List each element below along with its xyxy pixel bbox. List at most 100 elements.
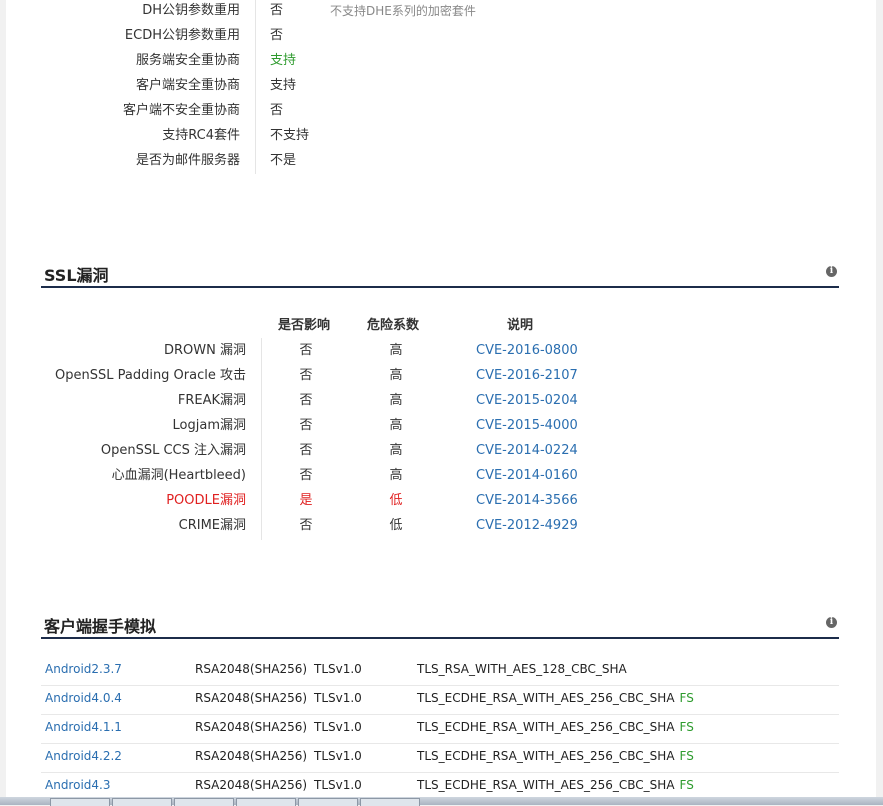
- table-row: DROWN 漏洞 否 高 CVE-2016-0800: [0, 340, 880, 365]
- detail-note: 不支持DHE系列的加密套件: [330, 4, 476, 18]
- vuln-affected: 否: [299, 393, 313, 408]
- table-row: Android4.0.4 RSA2048(SHA256) TLSv1.0 TLS_EC…: [41, 685, 839, 715]
- vuln-risk: 高: [389, 368, 403, 383]
- protocol: TLSv1.0: [314, 749, 362, 763]
- fs-badge: FS: [679, 778, 694, 792]
- column-header-description: 说明: [507, 318, 534, 333]
- cert-key: RSA2048(SHA256): [195, 662, 308, 676]
- client-link[interactable]: Android2.3.7: [45, 656, 122, 682]
- info-icon[interactable]: i: [826, 617, 837, 628]
- cipher-suite: TLS_ECDHE_RSA_WITH_AES_256_CBC_SHA FS: [417, 714, 694, 740]
- cve-link[interactable]: CVE-2012-4929: [476, 515, 578, 537]
- detail-label: DH公钥参数重用: [142, 3, 240, 18]
- vuln-name: OpenSSL Padding Oracle 攻击: [55, 368, 246, 383]
- detail-value: 否: [270, 103, 284, 118]
- detail-row: 客户端不安全重协商 否: [0, 100, 880, 125]
- detail-row: ECDH公钥参数重用 否: [0, 25, 880, 50]
- cipher-suite: TLS_ECDHE_RSA_WITH_AES_256_CBC_SHA FS: [417, 743, 694, 769]
- detail-label: 客户端安全重协商: [135, 78, 240, 93]
- vuln-name: Logjam漏洞: [172, 418, 246, 433]
- protocol: TLSv1.0: [314, 662, 362, 676]
- detail-row: DH公钥参数重用 否 不支持DHE系列的加密套件: [0, 0, 880, 25]
- detail-row: 服务端安全重协商 支持: [0, 50, 880, 75]
- detail-row: 是否为邮件服务器 不是: [0, 150, 880, 175]
- client-link[interactable]: Android4.1.1: [45, 714, 122, 740]
- table-row: OpenSSL Padding Oracle 攻击 否 高 CVE-2016-2107: [0, 365, 880, 390]
- fs-badge: FS: [679, 749, 694, 763]
- column-header-affected: 是否影响: [278, 318, 331, 333]
- taskbar: [0, 797, 883, 806]
- table-row: Logjam漏洞 否 高 CVE-2015-4000: [0, 415, 880, 440]
- cipher-suite: TLS_RSA_WITH_AES_128_CBC_SHA: [417, 656, 627, 682]
- vuln-name: DROWN 漏洞: [164, 343, 246, 358]
- table-row: FREAK漏洞 否 高 CVE-2015-0204: [0, 390, 880, 415]
- detail-label: 是否为邮件服务器: [135, 153, 240, 168]
- cipher-name: TLS_ECDHE_RSA_WITH_AES_256_CBC_SHA: [417, 778, 675, 792]
- fs-badge: FS: [679, 720, 694, 734]
- cert-key: RSA2048(SHA256): [195, 749, 308, 763]
- client-link[interactable]: Android4.0.4: [45, 685, 122, 711]
- vuln-risk: 低: [389, 518, 403, 533]
- cve-link[interactable]: CVE-2014-3566: [476, 490, 578, 512]
- table-row: OpenSSL CCS 注入漏洞 否 高 CVE-2014-0224: [0, 440, 880, 465]
- cipher-name: TLS_ECDHE_RSA_WITH_AES_256_CBC_SHA: [417, 691, 675, 705]
- vuln-affected: 否: [299, 443, 313, 458]
- vuln-name: 心血漏洞(Heartbleed): [111, 468, 246, 483]
- vuln-name: OpenSSL CCS 注入漏洞: [100, 443, 246, 458]
- detail-row: 客户端安全重协商 支持: [0, 75, 880, 100]
- column-header-risk: 危险系数: [367, 318, 420, 333]
- cert-key: RSA2048(SHA256): [195, 778, 308, 792]
- detail-value: 支持: [270, 53, 297, 68]
- cve-link[interactable]: CVE-2014-0160: [476, 465, 578, 487]
- detail-label: 服务端安全重协商: [135, 53, 240, 68]
- client-link[interactable]: Android4.2.2: [45, 743, 122, 769]
- vuln-risk: 高: [389, 468, 403, 483]
- cve-link[interactable]: CVE-2014-0224: [476, 440, 578, 462]
- cve-link[interactable]: CVE-2015-4000: [476, 415, 578, 437]
- cve-link[interactable]: CVE-2016-2107: [476, 365, 578, 387]
- info-icon[interactable]: i: [826, 266, 837, 277]
- cipher-name: TLS_ECDHE_RSA_WITH_AES_256_CBC_SHA: [417, 720, 675, 734]
- detail-value: 支持: [270, 78, 297, 93]
- detail-label: 客户端不安全重协商: [122, 103, 240, 118]
- vuln-affected: 否: [299, 343, 313, 358]
- protocol: TLSv1.0: [314, 778, 362, 792]
- protocol: TLSv1.0: [314, 691, 362, 705]
- vuln-affected: 否: [299, 518, 313, 533]
- vuln-affected: 否: [299, 418, 313, 433]
- vuln-name: CRIME漏洞: [178, 518, 246, 533]
- fs-badge: FS: [679, 691, 694, 705]
- cipher-name: TLS_ECDHE_RSA_WITH_AES_256_CBC_SHA: [417, 749, 675, 763]
- cert-key: RSA2048(SHA256): [195, 691, 308, 705]
- detail-value: 不是: [270, 153, 297, 168]
- vuln-risk: 低: [389, 493, 403, 508]
- table-row: Android4.1.1 RSA2048(SHA256) TLSv1.0 TLS_EC…: [41, 714, 839, 744]
- detail-label: 支持RC4套件: [162, 128, 240, 143]
- vuln-risk: 高: [389, 343, 403, 358]
- table-row: Android2.3.7 RSA2048(SHA256) TLSv1.0 TLS_RS…: [41, 656, 839, 686]
- vuln-risk: 高: [389, 418, 403, 433]
- detail-value: 不支持: [270, 128, 310, 143]
- handshake-section-header: 客户端握手模拟 i: [41, 613, 839, 639]
- table-row: 心血漏洞(Heartbleed) 否 高 CVE-2014-0160: [0, 465, 880, 490]
- vuln-risk: 高: [389, 393, 403, 408]
- cve-link[interactable]: CVE-2015-0204: [476, 390, 578, 412]
- detail-value: 否: [270, 3, 284, 18]
- protocol-details-table: DH公钥参数重用否不支持DHE系列的加密套件 ECDH公钥参数重用否服务端安全重协…: [0, 0, 880, 180]
- cipher-suite: TLS_ECDHE_RSA_WITH_AES_256_CBC_SHA FS: [417, 685, 694, 711]
- section-title: SSL漏洞: [44, 266, 109, 285]
- client-link[interactable]: Android4.3: [45, 772, 110, 798]
- vuln-affected: 否: [299, 368, 313, 383]
- cert-key: RSA2048(SHA256): [195, 720, 308, 734]
- vuln-affected: 是: [299, 493, 313, 508]
- section-title: 客户端握手模拟: [44, 617, 157, 636]
- vuln-affected: 否: [299, 468, 313, 483]
- table-row: CRIME漏洞 否 低 CVE-2012-4929: [0, 515, 880, 540]
- vuln-risk: 高: [389, 443, 403, 458]
- cve-link[interactable]: CVE-2016-0800: [476, 340, 578, 362]
- cipher-suite: TLS_ECDHE_RSA_WITH_AES_256_CBC_SHA FS: [417, 772, 694, 798]
- vuln-name: POODLE漏洞: [166, 493, 246, 508]
- vuln-name: FREAK漏洞: [177, 393, 246, 408]
- ssl-vuln-section-header: SSL漏洞 i: [41, 262, 839, 288]
- detail-label: ECDH公钥参数重用: [124, 28, 240, 43]
